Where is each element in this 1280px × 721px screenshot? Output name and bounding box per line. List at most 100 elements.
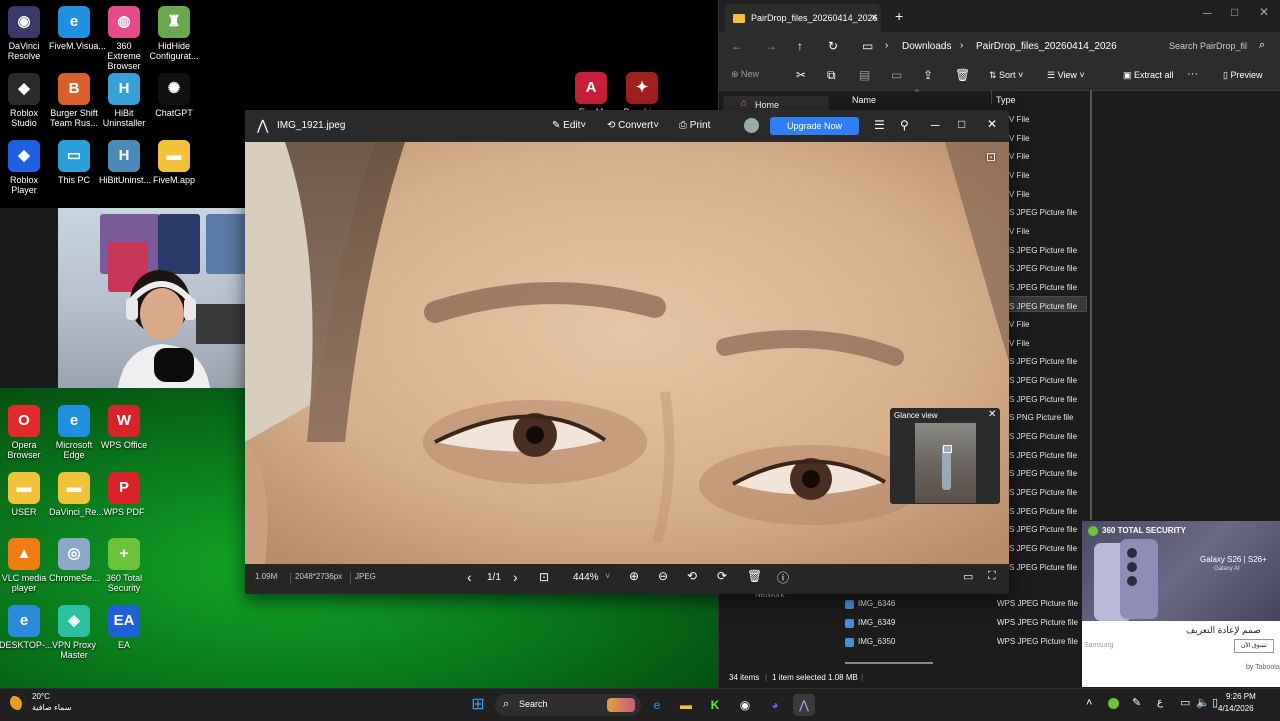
start-icon[interactable]: ⊞ (467, 694, 489, 716)
screen-capture-icon[interactable]: ⊡ (986, 150, 996, 164)
file-explorer-taskbar-icon[interactable]: ▬ (675, 694, 697, 716)
paste-icon[interactable]: ▤ (859, 68, 870, 82)
file-name-cell[interactable]: IMG_6346 (858, 599, 895, 608)
ad-footer[interactable]: by Taboola (1246, 664, 1280, 671)
maximize-icon[interactable]: □ (958, 117, 965, 131)
share-icon[interactable]: ⇪ (923, 68, 933, 82)
file-type-cell[interactable]: V File (1009, 134, 1029, 143)
delete-icon[interactable]: 🗑 (955, 68, 970, 82)
desktop-icon[interactable]: e DESKTOP-... (0, 605, 52, 650)
zoom-out-icon[interactable]: ⊖ (658, 569, 668, 583)
close-icon[interactable]: ✕ (1259, 5, 1269, 19)
ad-popup[interactable]: 360 TOTAL SECURITY Galaxy S26 | S26+ Gal… (1082, 521, 1280, 687)
forward-icon[interactable]: → (765, 39, 777, 53)
slideshow-icon[interactable]: ▭ (963, 570, 973, 583)
rotate-right-icon[interactable]: ⟳ (717, 569, 727, 583)
file-type-cell[interactable]: WPS JPEG Picture file (997, 599, 1078, 608)
file-type-cell[interactable]: S JPEG Picture file (1009, 357, 1077, 366)
column-header-type[interactable]: Type (996, 95, 1016, 105)
zoom-select[interactable]: 444% ˅ (563, 568, 613, 588)
cut-icon[interactable]: ✂ (796, 68, 806, 82)
extract-all-button[interactable]: ▣ Extract all (1123, 70, 1174, 81)
file-type-cell[interactable]: S JPEG Picture file (1009, 544, 1077, 553)
pin-icon[interactable]: ⚲ (900, 118, 909, 132)
up-icon[interactable]: ↑ (797, 39, 803, 53)
close-tab-icon[interactable]: × (871, 4, 877, 32)
copy-icon[interactable]: ⧉ (827, 68, 836, 83)
info-icon[interactable]: ⓘ (777, 569, 789, 586)
volume-icon[interactable]: 🔈 (1196, 696, 1210, 709)
back-icon[interactable]: ← (731, 39, 743, 53)
file-name-cell[interactable]: IMG_6350 (858, 637, 895, 646)
new-tab-icon[interactable]: + (895, 8, 903, 24)
rename-icon[interactable]: ▭ (891, 68, 902, 82)
refresh-icon[interactable]: ↻ (828, 39, 838, 53)
desktop-icon[interactable]: ▬ USER (0, 472, 49, 517)
print-button[interactable]: ⎙ Print (679, 120, 710, 131)
desktop-icon[interactable]: B Burger Shift Team Rus... (49, 73, 99, 128)
desktop-icon[interactable]: ◆ Roblox Player (0, 140, 49, 195)
file-type-cell[interactable]: S JPEG Picture file (1009, 395, 1077, 404)
file-type-cell[interactable]: V File (1009, 152, 1029, 161)
close-glance-icon[interactable]: ✕ (988, 409, 996, 420)
language-indicator[interactable]: ع (1157, 697, 1163, 708)
desktop-icon[interactable]: O Opera Browser (0, 405, 49, 460)
file-type-cell[interactable]: S JPEG Picture file (1009, 563, 1077, 572)
search-field[interactable]: Search PairDrop_fil ⌕ (1159, 36, 1275, 58)
file-type-cell[interactable]: V File (1009, 171, 1029, 180)
desktop-icon[interactable]: e FiveM.Visua... (49, 6, 106, 51)
discord-taskbar-icon[interactable]: ◕ (764, 694, 786, 716)
desktop-icon[interactable]: ◉ DaVinci Resolve (0, 6, 49, 61)
file-type-cell[interactable]: S JPEG Picture file (1009, 507, 1077, 516)
photo-viewer-taskbar-icon[interactable]: ⋀ (793, 694, 815, 716)
more-options-button[interactable]: ··· (1187, 68, 1198, 80)
weather-temp[interactable]: 20°C (32, 692, 50, 701)
minimize-icon[interactable]: ─ (931, 118, 940, 132)
file-type-cell[interactable]: V File (1009, 339, 1029, 348)
kick-taskbar-icon[interactable]: K (704, 694, 726, 716)
desktop-icon[interactable]: ◍ 360 Extreme Browser (99, 6, 149, 71)
close-icon[interactable]: ✕ (987, 117, 997, 131)
file-name-cell[interactable]: IMG_6349 (858, 618, 895, 627)
minimize-icon[interactable]: ─ (1203, 6, 1212, 20)
desktop-icon[interactable]: ◈ VPN Proxy Master (49, 605, 99, 660)
file-type-cell[interactable]: V File (1009, 320, 1029, 329)
taskbar-search[interactable]: ⌕ Search (495, 694, 641, 716)
zoom-in-icon[interactable]: ⊕ (629, 569, 639, 583)
previous-icon[interactable]: ‹ (467, 569, 472, 585)
desktop-icon[interactable]: W WPS Office (99, 405, 149, 450)
file-type-cell[interactable]: S JPEG Picture file (1009, 264, 1077, 273)
column-header-name[interactable]: Name (852, 95, 876, 105)
fullscreen-icon[interactable]: ⛶ (988, 570, 996, 583)
explorer-tab[interactable]: PairDrop_files_20260414_2026 × (725, 4, 881, 32)
file-type-cell[interactable]: V File (1009, 115, 1029, 124)
tray-app-icon[interactable]: ✎ (1132, 696, 1141, 709)
file-type-cell[interactable]: WPS JPEG Picture file (997, 618, 1078, 627)
file-type-cell[interactable]: S JPEG Picture file (1009, 283, 1077, 292)
desktop-icon[interactable]: ✺ ChatGPT (149, 73, 199, 118)
desktop-icon[interactable]: EA EA (99, 605, 149, 650)
menu-icon[interactable]: ☰ (874, 118, 885, 132)
clock-time[interactable]: 9:26 PM (1226, 692, 1256, 701)
desktop-icon[interactable]: ▬ DaVinci_Re... (49, 472, 104, 517)
horizontal-scrollbar[interactable] (845, 662, 933, 664)
vertical-scrollbar[interactable] (1090, 90, 1092, 520)
desktop-icon[interactable]: ◆ Roblox Studio (0, 73, 49, 128)
new-button[interactable]: ⊕ New (731, 69, 759, 80)
upgrade-now-button[interactable]: Upgrade Now (770, 117, 859, 135)
ad-banner-image[interactable]: 360 TOTAL SECURITY Galaxy S26 | S26+ Gal… (1082, 521, 1280, 621)
file-type-cell[interactable]: S JPEG Picture file (1009, 246, 1077, 255)
edit-menu-button[interactable]: ✎ Edit˅ (552, 120, 586, 131)
account-avatar-icon[interactable] (744, 118, 759, 133)
tray-360-icon[interactable] (1108, 698, 1119, 709)
view-button[interactable]: ☰ View ˅ (1047, 70, 1085, 81)
desktop-icon[interactable]: H HiBitUninst... (99, 140, 151, 185)
breadcrumb-downloads[interactable]: Downloads (902, 41, 951, 52)
maximize-icon[interactable]: □ (1231, 5, 1238, 19)
weather-icon[interactable] (10, 694, 26, 710)
desktop-icon[interactable]: ▲ VLC media player (0, 538, 49, 593)
file-type-cell[interactable]: S JPEG Picture file (1009, 525, 1077, 534)
clock-date[interactable]: 4/14/2026 (1218, 704, 1254, 713)
desktop-icon[interactable]: e Microsoft Edge (49, 405, 99, 460)
ad-cta-button[interactable]: تسوق الآن (1234, 639, 1274, 653)
